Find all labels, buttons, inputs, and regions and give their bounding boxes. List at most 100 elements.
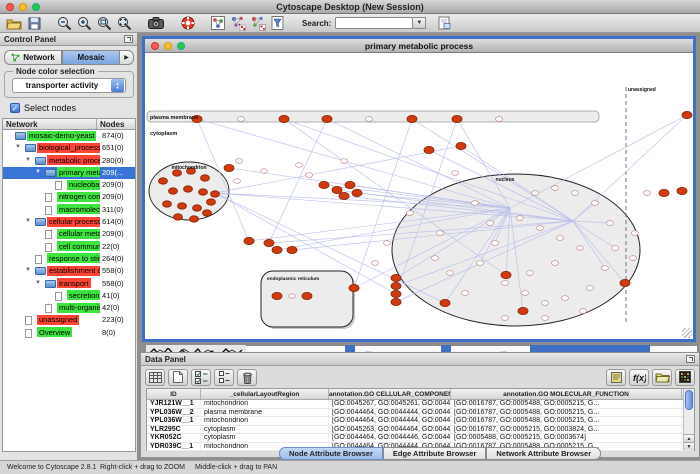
network-node[interactable] — [572, 191, 579, 196]
network-edge[interactable] — [573, 115, 687, 221]
network-node[interactable] — [391, 282, 401, 289]
network-node[interactable] — [224, 164, 234, 171]
attribute-table-button[interactable] — [145, 369, 165, 386]
network-node[interactable] — [532, 191, 539, 196]
tree-row[interactable]: macromolecule311(0) — [3, 204, 135, 216]
tree-row[interactable]: ▼transport558(0) — [3, 278, 135, 290]
network-node[interactable] — [542, 316, 549, 321]
network-node[interactable] — [199, 189, 208, 195]
tree-row[interactable]: nucleobase-c209(0) — [3, 179, 135, 191]
network-node[interactable] — [391, 274, 401, 281]
network-node[interactable] — [372, 261, 379, 266]
network-node[interactable] — [203, 210, 212, 216]
network-node[interactable] — [193, 205, 202, 211]
attribute-notes-button[interactable] — [606, 369, 626, 386]
network-node[interactable] — [190, 216, 199, 222]
tab-node-attribute-browser[interactable]: Node Attribute Browser — [279, 447, 383, 460]
table-row[interactable]: YPL036W__1mitochondrion[GO:0044464, GO:0… — [147, 417, 694, 426]
function-builder-button[interactable]: f(x) — [629, 369, 649, 386]
network-tree[interactable]: mosaic-demo-yeast874(0)▼biological_proce… — [2, 130, 136, 452]
search-dropdown-arrow-icon[interactable]: ▼ — [413, 17, 426, 29]
network-node[interactable] — [502, 316, 509, 321]
minimize-button[interactable] — [19, 3, 27, 11]
network-node[interactable] — [332, 186, 342, 193]
zoom-in-button[interactable] — [74, 15, 94, 32]
network-node[interactable] — [366, 117, 373, 122]
tab-edge-attribute-browser[interactable]: Edge Attribute Browser — [383, 447, 486, 460]
zoom-fit-button[interactable] — [114, 15, 134, 32]
network-node[interactable] — [272, 246, 282, 253]
network-node[interactable] — [612, 246, 619, 251]
column-header[interactable]: annotation.GO MOLECULAR_FUNCTION — [451, 389, 682, 399]
network-node[interactable] — [211, 191, 220, 197]
network-node[interactable] — [234, 179, 241, 184]
plasma-membrane-region[interactable] — [147, 111, 599, 122]
network-node[interactable] — [302, 292, 312, 299]
import-network-button[interactable] — [228, 15, 248, 32]
network-node[interactable] — [437, 231, 444, 236]
network-node[interactable] — [339, 192, 349, 199]
tree-row[interactable]: mosaic-demo-yeast874(0) — [3, 130, 135, 142]
network-node[interactable] — [296, 163, 303, 168]
tree-row[interactable]: multi-organism pro42(0) — [3, 302, 135, 314]
network-node[interactable] — [620, 279, 630, 286]
network-node[interactable] — [319, 181, 329, 188]
expand-arrow-icon[interactable]: ▼ — [25, 267, 31, 273]
network-node[interactable] — [236, 159, 243, 164]
tree-row[interactable]: ▼metabolic process280(0) — [3, 155, 135, 167]
network-node[interactable] — [517, 216, 524, 221]
network-node[interactable] — [345, 181, 355, 188]
close-button[interactable] — [6, 3, 14, 11]
zoom-window-button[interactable] — [177, 42, 185, 50]
network-node[interactable] — [501, 271, 511, 278]
zoom-window-button[interactable] — [32, 3, 40, 11]
scrollbar-thumb[interactable] — [685, 390, 693, 410]
network-node[interactable] — [496, 117, 503, 122]
network-node[interactable] — [306, 173, 313, 178]
network-node[interactable] — [184, 186, 193, 192]
network-node[interactable] — [537, 226, 544, 231]
tree-row[interactable]: ▼cellular process614(0) — [3, 216, 135, 228]
network-node[interactable] — [207, 199, 216, 205]
network-node[interactable] — [502, 281, 509, 286]
network-node[interactable] — [238, 117, 245, 122]
network-node[interactable] — [518, 307, 528, 314]
network-node[interactable] — [159, 178, 168, 184]
import-attributes-button[interactable] — [652, 369, 672, 386]
help-button[interactable] — [178, 15, 198, 32]
network-node[interactable] — [447, 271, 454, 276]
save-button[interactable] — [24, 15, 44, 32]
node-color-combo[interactable]: transporter activity ▲▼ — [12, 78, 126, 93]
network-node[interactable] — [602, 266, 609, 271]
column-header[interactable]: _cellularLayoutRegion — [201, 389, 329, 399]
network-node[interactable] — [522, 291, 529, 296]
tab-network-attribute-browser[interactable]: Network Attribute Browser — [486, 447, 601, 460]
window-resize-grip[interactable] — [682, 328, 692, 338]
network-node[interactable] — [264, 239, 274, 246]
network-node[interactable] — [587, 286, 594, 291]
snapshot-button[interactable] — [146, 15, 166, 32]
network-node[interactable] — [289, 294, 296, 299]
network-node[interactable] — [391, 298, 401, 305]
network-node[interactable] — [349, 284, 359, 291]
network-node[interactable] — [384, 241, 391, 246]
expand-arrow-icon[interactable]: ▼ — [35, 280, 41, 286]
table-row[interactable]: YJR121W__1mitochondrion[GO:0045267, GO:0… — [147, 400, 694, 409]
network-node[interactable] — [272, 292, 282, 299]
table-scrollbar[interactable]: ▲ ▼ — [683, 389, 694, 450]
select-nodes-checkbox[interactable]: ✓ — [10, 103, 20, 113]
combo-stepper-icon[interactable]: ▲▼ — [111, 79, 124, 92]
network-node[interactable] — [178, 203, 187, 209]
float-panel-icon[interactable] — [686, 355, 695, 363]
search-input[interactable] — [335, 17, 413, 29]
expand-arrow-icon[interactable]: ▼ — [15, 144, 21, 150]
new-attribute-button[interactable] — [168, 369, 188, 386]
network-node[interactable] — [487, 221, 494, 226]
tab-mosaic[interactable]: Mosaic — [62, 50, 120, 65]
tree-row[interactable]: Overview8(0) — [3, 327, 135, 339]
tree-row[interactable]: ▼primary metabo209(... — [3, 167, 135, 179]
network-node[interactable] — [287, 246, 297, 253]
tree-row[interactable]: unassigned223(0) — [3, 314, 135, 326]
network-node[interactable] — [169, 188, 178, 194]
network-node[interactable] — [424, 146, 434, 153]
